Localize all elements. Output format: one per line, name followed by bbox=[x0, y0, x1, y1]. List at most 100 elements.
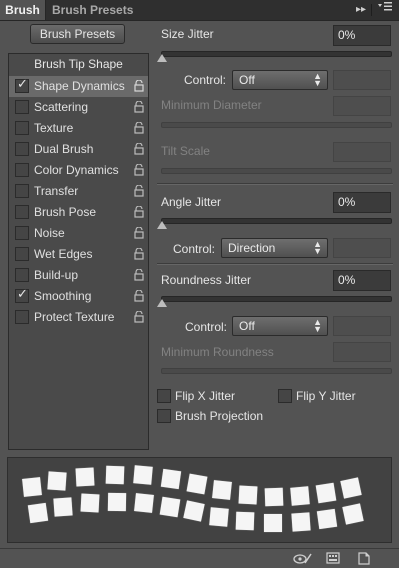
minimum-diameter-label: Minimum Diameter bbox=[161, 98, 262, 112]
brush-dab bbox=[235, 511, 255, 531]
list-item-build-up[interactable]: Build-up bbox=[9, 265, 148, 286]
list-item-color-dynamics[interactable]: Color Dynamics bbox=[9, 160, 148, 181]
protect-texture-checkbox[interactable] bbox=[15, 310, 29, 324]
list-item-transfer[interactable]: Transfer bbox=[9, 181, 148, 202]
brush-dab bbox=[290, 486, 310, 506]
roundness-jitter-input[interactable]: 0% bbox=[333, 270, 391, 291]
unlock-icon[interactable] bbox=[134, 269, 144, 281]
control-label: Control: bbox=[173, 242, 216, 256]
size-control-dropdown[interactable]: Off ▲ ▼ bbox=[232, 70, 328, 90]
flip-x-jitter-label: Flip X Jitter bbox=[175, 389, 236, 403]
unlock-icon[interactable] bbox=[134, 143, 144, 155]
size-jitter-input[interactable]: 0% bbox=[333, 25, 391, 46]
tilt-scale-slider bbox=[161, 168, 392, 174]
list-item-dual-brush[interactable]: Dual Brush bbox=[9, 139, 148, 160]
flip-y-jitter-checkbox[interactable] bbox=[278, 389, 292, 403]
shape-dynamics-checkbox[interactable]: ✓ bbox=[15, 77, 29, 93]
brush-dab bbox=[186, 473, 208, 495]
wet-edges-checkbox[interactable] bbox=[15, 247, 29, 261]
list-item-label: Brush Pose bbox=[34, 205, 97, 219]
tilt-scale-input bbox=[333, 142, 391, 162]
brush-projection-checkbox[interactable] bbox=[157, 409, 171, 423]
roundness-jitter-label: Roundness Jitter bbox=[161, 273, 252, 287]
unlock-icon[interactable] bbox=[134, 185, 144, 197]
unlock-icon[interactable] bbox=[134, 164, 144, 176]
angle-jitter-slider-thumb[interactable] bbox=[157, 221, 167, 229]
list-item-label: Shape Dynamics bbox=[34, 79, 125, 93]
color-dynamics-checkbox[interactable] bbox=[15, 163, 29, 177]
size-jitter-slider-thumb[interactable] bbox=[157, 54, 167, 62]
roundness-control-value-field bbox=[333, 316, 391, 336]
list-item-brush-pose[interactable]: Brush Pose bbox=[9, 202, 148, 223]
list-item-label: Protect Texture bbox=[34, 310, 115, 324]
list-item-scattering[interactable]: Scattering bbox=[9, 97, 148, 118]
list-item-shape-dynamics[interactable]: ✓ Shape Dynamics bbox=[9, 76, 148, 97]
toggle-live-tip-icon[interactable] bbox=[293, 552, 313, 565]
scattering-checkbox[interactable] bbox=[15, 100, 29, 114]
noise-checkbox[interactable] bbox=[15, 226, 29, 240]
dual-brush-checkbox[interactable] bbox=[15, 142, 29, 156]
divider bbox=[157, 183, 393, 185]
build-up-checkbox[interactable] bbox=[15, 268, 29, 282]
unlock-icon[interactable] bbox=[134, 122, 144, 134]
smoothing-checkbox[interactable]: ✓ bbox=[15, 287, 29, 303]
size-jitter-slider[interactable] bbox=[161, 51, 392, 57]
minimum-roundness-label: Minimum Roundness bbox=[161, 345, 274, 359]
unlock-icon[interactable] bbox=[134, 311, 144, 323]
list-item-protect-texture[interactable]: Protect Texture bbox=[9, 307, 148, 328]
brush-dab bbox=[264, 487, 284, 507]
brush-pose-checkbox[interactable] bbox=[15, 205, 29, 219]
divider bbox=[157, 263, 393, 265]
grid-icon[interactable] bbox=[326, 552, 340, 564]
angle-jitter-input[interactable]: 0% bbox=[333, 192, 391, 213]
list-item-wet-edges[interactable]: Wet Edges bbox=[9, 244, 148, 265]
brush-dab bbox=[212, 480, 232, 500]
brush-projection-label: Brush Projection bbox=[175, 409, 264, 423]
minimum-diameter-input bbox=[333, 96, 391, 116]
tab-brush[interactable]: Brush bbox=[0, 0, 46, 20]
brush-dab bbox=[264, 514, 282, 532]
list-item-noise[interactable]: Noise bbox=[9, 223, 148, 244]
unlock-icon[interactable] bbox=[134, 206, 144, 218]
flip-y-jitter-label: Flip Y Jitter bbox=[296, 389, 356, 403]
brush-dab bbox=[315, 482, 337, 504]
tab-brush-presets[interactable]: Brush Presets bbox=[52, 0, 133, 20]
unlock-icon[interactable] bbox=[134, 101, 144, 113]
dropdown-value: Direction bbox=[228, 241, 276, 255]
unlock-icon[interactable] bbox=[134, 248, 144, 260]
transfer-checkbox[interactable] bbox=[15, 184, 29, 198]
collapse-icon[interactable]: ▸▸ bbox=[356, 0, 366, 20]
size-jitter-label: Size Jitter bbox=[161, 27, 214, 41]
brush-dab bbox=[53, 497, 73, 517]
brush-tip-shape-item[interactable]: Brush Tip Shape bbox=[9, 54, 148, 77]
brush-dab bbox=[159, 496, 181, 518]
unlock-icon[interactable] bbox=[134, 227, 144, 239]
roundness-jitter-slider-thumb[interactable] bbox=[157, 299, 167, 307]
unlock-icon[interactable] bbox=[134, 80, 144, 92]
list-item-smoothing[interactable]: ✓ Smoothing bbox=[9, 286, 148, 307]
unlock-icon[interactable] bbox=[134, 290, 144, 302]
minimum-diameter-slider bbox=[161, 122, 392, 128]
brush-dab bbox=[133, 465, 153, 485]
dropdown-value: Off bbox=[239, 73, 255, 87]
angle-control-dropdown[interactable]: Direction ▲ ▼ bbox=[221, 238, 328, 258]
panel-menu-icon[interactable] bbox=[378, 0, 392, 20]
angle-jitter-slider[interactable] bbox=[161, 218, 392, 224]
brush-dab bbox=[107, 492, 127, 512]
brush-dab bbox=[75, 467, 95, 487]
new-preset-icon[interactable] bbox=[358, 552, 370, 565]
size-control-value-field bbox=[333, 70, 391, 90]
flip-x-jitter-checkbox[interactable] bbox=[157, 389, 171, 403]
list-item-texture[interactable]: Texture bbox=[9, 118, 148, 139]
roundness-control-dropdown[interactable]: Off ▲ ▼ bbox=[232, 316, 328, 336]
brush-dab bbox=[316, 508, 338, 530]
brush-presets-button[interactable]: Brush Presets bbox=[30, 24, 125, 44]
brush-dab bbox=[134, 493, 154, 513]
roundness-jitter-slider[interactable] bbox=[161, 296, 392, 302]
dropdown-arrows-icon: ▲ ▼ bbox=[313, 239, 322, 256]
control-label: Control: bbox=[185, 320, 228, 334]
brush-dab bbox=[160, 468, 182, 490]
tab-bar: Brush Brush Presets ▸▸ bbox=[0, 0, 399, 21]
brush-dab bbox=[27, 502, 49, 524]
texture-checkbox[interactable] bbox=[15, 121, 29, 135]
